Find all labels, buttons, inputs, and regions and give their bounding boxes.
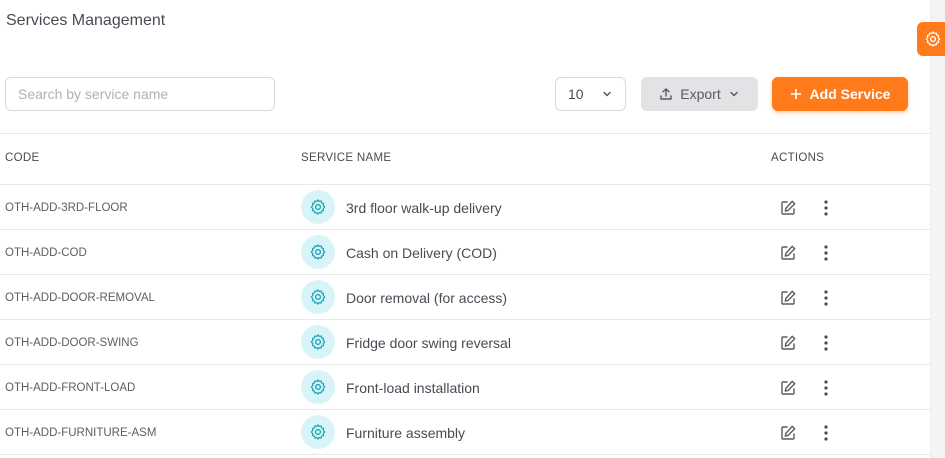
column-header-code: CODE [5,152,40,164]
table-row[interactable]: OTH-ADD-3RD-FLOOR 3rd floor walk-up deliv… [0,185,930,230]
row-divider [0,454,930,455]
export-button[interactable]: Export [641,77,758,111]
add-service-button[interactable]: Add Service [772,77,908,111]
chevron-down-icon [603,91,611,97]
service-code: OTH-ADD-COD [5,246,87,259]
table-row[interactable]: OTH-ADD-DOOR-SWING Fridge door swing reve… [0,320,930,365]
search-input[interactable] [5,77,275,111]
edit-icon[interactable] [779,424,797,442]
settings-fab-button[interactable] [917,22,945,56]
gear-icon [310,244,326,260]
services-card: Services Management 10 Export Add Servic… [0,0,931,458]
service-name: 3rd floor walk-up delivery [346,199,502,216]
service-name: Front-load installation [346,379,480,396]
edit-icon[interactable] [779,289,797,307]
export-label: Export [680,86,721,102]
more-vertical-icon[interactable] [817,378,835,398]
service-code: OTH-ADD-DOOR-SWING [5,336,139,349]
service-icon [301,370,335,404]
service-icon [301,415,335,449]
edit-icon[interactable] [779,334,797,352]
table-row[interactable]: OTH-ADD-DOOR-REMOVAL Door removal (for ac… [0,275,930,320]
right-strip [931,0,945,458]
gear-icon [310,379,326,395]
table-row[interactable]: OTH-ADD-FURNITURE-ASM Furniture assembly [0,410,930,455]
service-code: OTH-ADD-DOOR-REMOVAL [5,291,155,304]
edit-icon[interactable] [779,379,797,397]
add-service-label: Add Service [809,86,891,102]
edit-icon[interactable] [779,199,797,217]
service-name: Furniture assembly [346,424,466,441]
page: Services Management 10 Export Add Servic… [0,0,945,458]
gear-icon [310,199,326,215]
more-vertical-icon[interactable] [817,423,835,443]
chevron-down-icon [729,91,738,97]
gear-icon [925,31,941,47]
page-title: Services Management [6,12,166,29]
table-row[interactable]: OTH-ADD-FRONT-LOAD Front-load installatio… [0,365,930,410]
service-icon [301,235,335,269]
more-vertical-icon[interactable] [817,243,835,263]
service-code: OTH-ADD-FURNITURE-ASM [5,426,157,439]
service-name: Cash on Delivery (COD) [346,244,497,261]
edit-icon[interactable] [779,244,797,262]
gear-icon [310,424,326,440]
column-header-actions: ACTIONS [771,152,825,164]
gear-icon [310,289,326,305]
gear-icon [310,334,326,350]
more-vertical-icon[interactable] [817,288,835,308]
service-code: OTH-ADD-3RD-FLOOR [5,201,128,214]
service-icon [301,280,335,314]
service-name: Door removal (for access) [346,289,508,306]
table-row[interactable]: OTH-ADD-COD Cash on Delivery (COD) [0,230,930,275]
service-code: OTH-ADD-FRONT-LOAD [5,381,136,394]
page-size-select[interactable]: 10 [555,77,626,111]
service-icon [301,325,335,359]
more-vertical-icon[interactable] [817,198,835,218]
table-top-divider [0,133,930,134]
page-size-value: 10 [568,86,584,102]
more-vertical-icon[interactable] [817,333,835,353]
plus-icon [790,88,801,100]
column-header-service-name: SERVICE NAME [301,152,392,164]
upload-icon [660,88,672,100]
service-icon [301,190,335,224]
service-name: Fridge door swing reversal [346,334,511,351]
